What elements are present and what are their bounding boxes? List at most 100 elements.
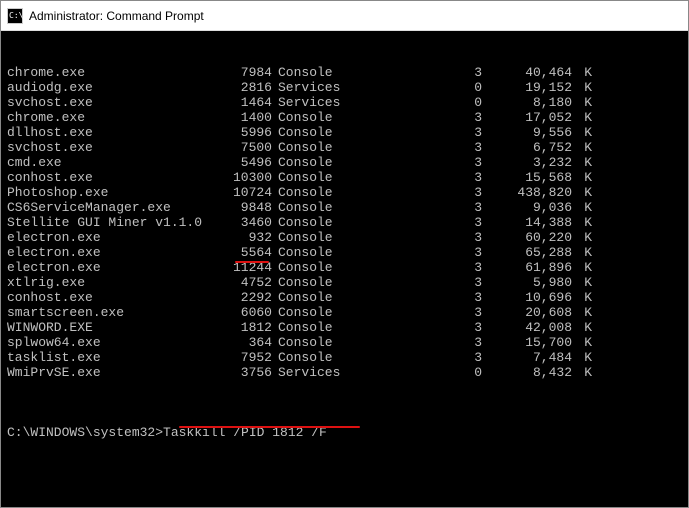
proc-session-num: 0 xyxy=(352,95,482,110)
proc-mem-unit: K xyxy=(572,260,592,275)
highlight-command xyxy=(179,426,360,428)
proc-session-num: 3 xyxy=(352,335,482,350)
table-row: tasklist.exe7952Console37,484K xyxy=(7,350,682,365)
process-list: chrome.exe7984Console340,464Kaudiodg.exe… xyxy=(7,65,682,380)
proc-name: WINWORD.EXE xyxy=(7,320,217,335)
proc-mem: 10,696 xyxy=(482,290,572,305)
proc-session: Console xyxy=(272,335,352,350)
table-row: smartscreen.exe6060Console320,608K xyxy=(7,305,682,320)
proc-session: Console xyxy=(272,155,352,170)
proc-session: Console xyxy=(272,275,352,290)
proc-session: Console xyxy=(272,305,352,320)
table-row: electron.exe5564Console365,288K xyxy=(7,245,682,260)
proc-mem-unit: K xyxy=(572,365,592,380)
window-title: Administrator: Command Prompt xyxy=(29,9,204,23)
proc-name: svchost.exe xyxy=(7,140,217,155)
proc-name: smartscreen.exe xyxy=(7,305,217,320)
proc-pid: 3460 xyxy=(217,215,272,230)
proc-mem-unit: K xyxy=(572,185,592,200)
proc-session: Console xyxy=(272,260,352,275)
proc-session-num: 3 xyxy=(352,215,482,230)
proc-session: Console xyxy=(272,170,352,185)
proc-pid: 1464 xyxy=(217,95,272,110)
proc-session-num: 3 xyxy=(352,140,482,155)
proc-session: Console xyxy=(272,110,352,125)
table-row: svchost.exe1464Services08,180K xyxy=(7,95,682,110)
proc-pid: 3756 xyxy=(217,365,272,380)
proc-session-num: 3 xyxy=(352,125,482,140)
proc-session-num: 3 xyxy=(352,245,482,260)
proc-mem: 438,820 xyxy=(482,185,572,200)
proc-name: Photoshop.exe xyxy=(7,185,217,200)
proc-pid: 7984 xyxy=(217,65,272,80)
proc-session-num: 3 xyxy=(352,275,482,290)
proc-name: cmd.exe xyxy=(7,155,217,170)
terminal-area[interactable]: chrome.exe7984Console340,464Kaudiodg.exe… xyxy=(1,31,688,507)
proc-mem: 17,052 xyxy=(482,110,572,125)
proc-mem: 7,484 xyxy=(482,350,572,365)
proc-name: svchost.exe xyxy=(7,95,217,110)
proc-name: dllhost.exe xyxy=(7,125,217,140)
proc-session: Console xyxy=(272,245,352,260)
proc-mem-unit: K xyxy=(572,320,592,335)
proc-pid: 2816 xyxy=(217,80,272,95)
proc-pid: 5564 xyxy=(217,245,272,260)
proc-mem: 14,388 xyxy=(482,215,572,230)
proc-mem: 61,896 xyxy=(482,260,572,275)
proc-mem-unit: K xyxy=(572,170,592,185)
proc-mem-unit: K xyxy=(572,110,592,125)
table-row: splwow64.exe364Console315,700K xyxy=(7,335,682,350)
proc-mem-unit: K xyxy=(572,65,592,80)
proc-pid: 7952 xyxy=(217,350,272,365)
proc-pid: 5496 xyxy=(217,155,272,170)
cmd-icon: C:\ xyxy=(7,8,23,24)
table-row: electron.exe11244Console361,896K xyxy=(7,260,682,275)
proc-session: Services xyxy=(272,80,352,95)
proc-session: Console xyxy=(272,350,352,365)
proc-mem: 60,220 xyxy=(482,230,572,245)
proc-session-num: 3 xyxy=(352,110,482,125)
table-row: dllhost.exe5996Console39,556K xyxy=(7,125,682,140)
proc-mem: 8,432 xyxy=(482,365,572,380)
proc-session-num: 3 xyxy=(352,185,482,200)
proc-mem-unit: K xyxy=(572,290,592,305)
proc-mem-unit: K xyxy=(572,95,592,110)
proc-session: Console xyxy=(272,290,352,305)
proc-mem: 20,608 xyxy=(482,305,572,320)
proc-name: tasklist.exe xyxy=(7,350,217,365)
proc-pid: 7500 xyxy=(217,140,272,155)
proc-name: electron.exe xyxy=(7,260,217,275)
proc-pid: 9848 xyxy=(217,200,272,215)
proc-session-num: 3 xyxy=(352,65,482,80)
proc-mem: 3,232 xyxy=(482,155,572,170)
proc-mem: 6,752 xyxy=(482,140,572,155)
proc-session: Services xyxy=(272,365,352,380)
proc-pid: 2292 xyxy=(217,290,272,305)
table-row: Photoshop.exe10724Console3438,820K xyxy=(7,185,682,200)
proc-session: Console xyxy=(272,320,352,335)
command-prompt-window: C:\ Administrator: Command Prompt chrome… xyxy=(0,0,689,508)
proc-session-num: 3 xyxy=(352,260,482,275)
svg-text:C:\: C:\ xyxy=(9,11,23,20)
prompt-path: C:\WINDOWS\system32> xyxy=(7,425,163,440)
proc-session-num: 3 xyxy=(352,320,482,335)
proc-session-num: 3 xyxy=(352,170,482,185)
proc-name: CS6ServiceManager.exe xyxy=(7,200,217,215)
proc-pid: 10300 xyxy=(217,170,272,185)
proc-mem-unit: K xyxy=(572,200,592,215)
proc-name: electron.exe xyxy=(7,245,217,260)
titlebar[interactable]: C:\ Administrator: Command Prompt xyxy=(1,1,688,31)
table-row: xtlrig.exe4752Console35,980K xyxy=(7,275,682,290)
proc-pid: 1400 xyxy=(217,110,272,125)
proc-session: Console xyxy=(272,200,352,215)
proc-mem-unit: K xyxy=(572,155,592,170)
proc-name: WmiPrvSE.exe xyxy=(7,365,217,380)
table-row: chrome.exe7984Console340,464K xyxy=(7,65,682,80)
proc-session-num: 0 xyxy=(352,365,482,380)
proc-mem-unit: K xyxy=(572,245,592,260)
table-row: conhost.exe10300Console315,568K xyxy=(7,170,682,185)
proc-session: Console xyxy=(272,140,352,155)
proc-name: chrome.exe xyxy=(7,65,217,80)
table-row: svchost.exe7500Console36,752K xyxy=(7,140,682,155)
proc-mem-unit: K xyxy=(572,80,592,95)
